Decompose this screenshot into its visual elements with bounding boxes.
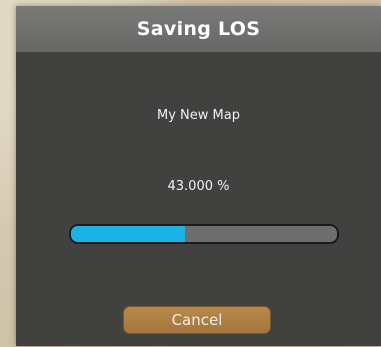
progress-bar <box>69 224 339 244</box>
map-name-label: My New Map <box>157 108 240 123</box>
cancel-button[interactable]: Cancel <box>123 306 271 334</box>
dialog-title: Saving LOS <box>136 18 261 40</box>
title-bar: Saving LOS <box>16 6 381 52</box>
progress-bar-fill <box>71 226 186 242</box>
saving-dialog: Saving LOS My New Map 43.000 % Cancel <box>16 6 381 346</box>
progress-percent-label: 43.000 % <box>167 179 230 194</box>
